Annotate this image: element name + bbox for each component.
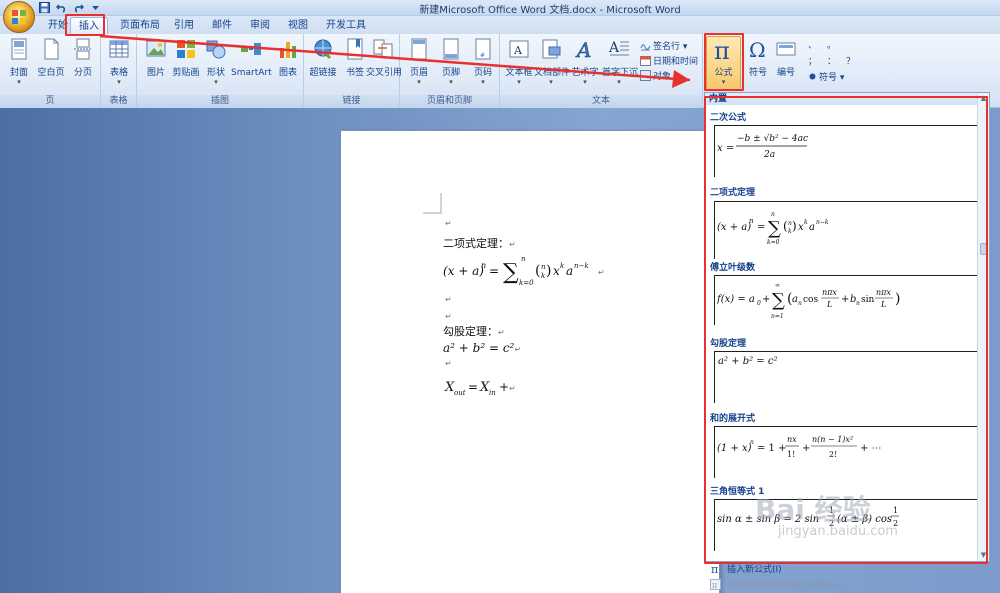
- baidu-watermark: Bai 经验: [755, 493, 871, 526]
- office-button[interactable]: [3, 1, 35, 33]
- office-logo-icon: [12, 10, 26, 24]
- baidu-watermark-url: jingyan.baidu.com: [778, 524, 898, 539]
